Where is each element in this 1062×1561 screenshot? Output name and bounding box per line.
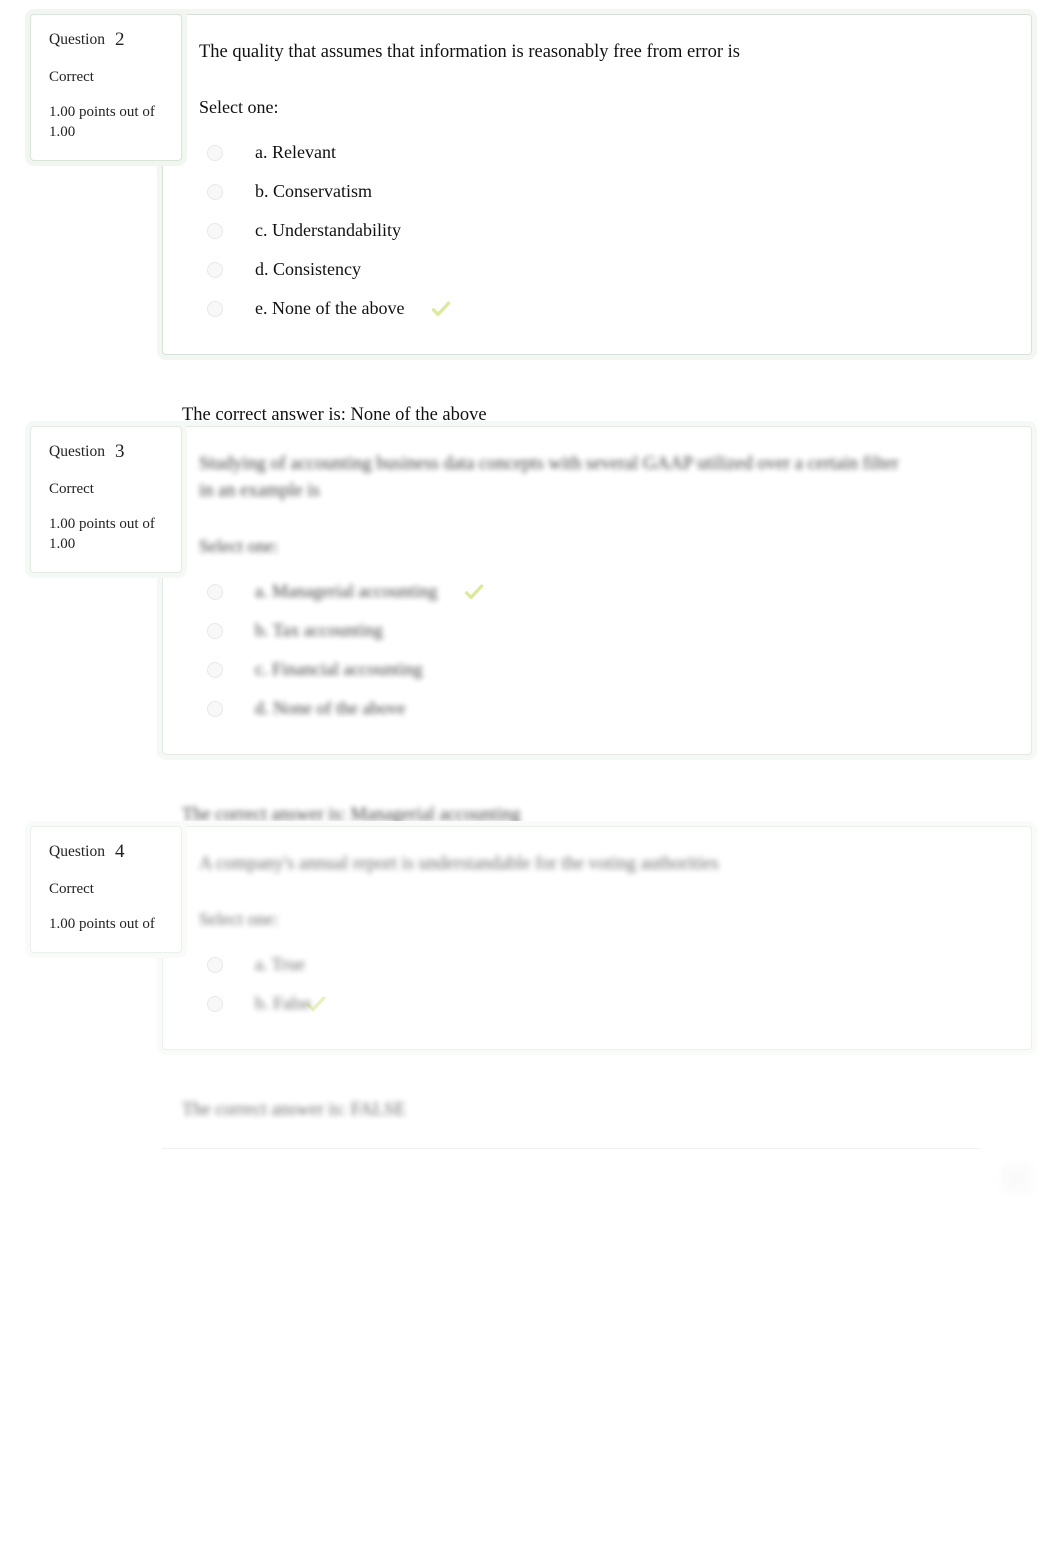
question-feedback-4: The correct answer is: FALSE <box>162 1076 980 1150</box>
question-box-4: Question 4 Correct 1.00 points out of A c… <box>30 826 1032 1051</box>
question-grade-2: 1.00 points out of 1.00 <box>49 103 155 141</box>
question-content-3: Studying of accounting business data con… <box>162 426 1032 756</box>
question-content-4: A company's annual report is understanda… <box>162 826 1032 1051</box>
answer-label: a. Managerial accounting <box>255 580 438 601</box>
question-label-3: Question <box>49 443 105 460</box>
question-block-2: Question 2 Correct 1.00 points out of 1.0… <box>30 14 1032 455</box>
radio-button-icon[interactable] <box>207 583 223 600</box>
correct-check-icon <box>430 298 452 320</box>
question-info-3: Question 3 Correct 1.00 points out of 1.0… <box>30 426 182 574</box>
radio-button-icon[interactable] <box>207 300 223 317</box>
answer-label: b. False <box>255 993 311 1013</box>
question-state-3: Correct <box>49 480 94 497</box>
answer-list-2: a. Relevant b. Conservatism c. Understan… <box>199 133 1005 328</box>
radio-button-icon[interactable] <box>207 661 223 678</box>
correct-answer-text: The correct answer is: Managerial accoun… <box>182 805 521 826</box>
answer-label: b. Conservatism <box>255 181 372 201</box>
question-block-3: Question 3 Correct 1.00 points out of 1.0… <box>30 426 1032 854</box>
question-text-2: The quality that assumes that informatio… <box>199 42 740 62</box>
answer-option[interactable]: b. Conservatism <box>199 172 1005 211</box>
question-label-2: Question <box>49 31 105 48</box>
question-number-4: 4 <box>114 841 125 862</box>
radio-button-icon[interactable] <box>207 222 223 239</box>
question-box-3: Question 3 Correct 1.00 points out of 1.0… <box>30 426 1032 756</box>
answer-option[interactable]: c. Financial accounting <box>199 650 1005 689</box>
select-one-prompt-4: Select one: <box>199 908 279 929</box>
answer-option[interactable]: e. None of the above <box>199 289 1005 328</box>
question-info-2: Question 2 Correct 1.00 points out of 1.0… <box>30 14 182 162</box>
answer-label: d. Consistency <box>255 259 361 279</box>
answer-list-4: a. True b. False <box>199 945 1005 1023</box>
question-content-2: The quality that assumes that informatio… <box>162 14 1032 356</box>
correct-answer-text: The correct answer is: None of the above <box>182 405 487 426</box>
answer-label: a. Relevant <box>255 142 336 162</box>
question-block-4: Question 4 Correct 1.00 points out of A c… <box>30 826 1032 1150</box>
question-number-2: 2 <box>114 29 125 50</box>
question-state-2: Correct <box>49 68 94 85</box>
answer-label: c. Understandability <box>255 220 401 240</box>
answer-option[interactable]: d. Consistency <box>199 250 1005 289</box>
question-text-3: Studying of accounting business data con… <box>199 454 899 501</box>
answer-option[interactable]: d. None of the above <box>199 689 1005 728</box>
question-text-4: A company's annual report is understanda… <box>199 854 719 874</box>
answer-option[interactable]: b. Tax accounting <box>199 611 1005 650</box>
answer-label: b. Tax accounting <box>255 619 383 640</box>
correct-check-icon <box>463 581 485 603</box>
question-heading-2: Question 2 <box>49 29 165 52</box>
radio-button-icon[interactable] <box>207 144 223 161</box>
answer-label: c. Financial accounting <box>255 658 423 679</box>
question-state-4: Correct <box>49 880 94 897</box>
question-number-3: 3 <box>114 441 125 462</box>
radio-button-icon[interactable] <box>207 700 223 717</box>
page-artifact <box>1002 1163 1032 1193</box>
answer-option[interactable]: c. Understandability <box>199 211 1005 250</box>
question-info-4: Question 4 Correct 1.00 points out of <box>30 826 182 954</box>
select-one-prompt-2: Select one: <box>199 96 279 117</box>
question-grade-3: 1.00 points out of 1.00 <box>49 515 155 553</box>
question-box-2: Question 2 Correct 1.00 points out of 1.0… <box>30 14 1032 356</box>
question-heading-3: Question 3 <box>49 441 165 464</box>
radio-button-icon[interactable] <box>207 956 223 973</box>
answer-option[interactable]: a. Managerial accounting <box>199 572 1005 611</box>
answer-list-3: a. Managerial accounting b. Tax accounti… <box>199 572 1005 728</box>
question-grade-4: 1.00 points out of <box>49 915 155 932</box>
answer-label: d. None of the above <box>255 697 406 718</box>
radio-button-icon[interactable] <box>207 622 223 639</box>
question-label-4: Question <box>49 843 105 860</box>
answer-option[interactable]: b. False <box>199 984 1005 1023</box>
answer-label: a. True <box>255 954 306 974</box>
radio-button-icon[interactable] <box>207 995 223 1012</box>
question-heading-4: Question 4 <box>49 841 165 864</box>
radio-button-icon[interactable] <box>207 261 223 278</box>
correct-answer-text: The correct answer is: FALSE <box>182 1100 406 1121</box>
answer-option[interactable]: a. Relevant <box>199 133 1005 172</box>
select-one-prompt-3: Select one: <box>199 535 279 556</box>
correct-check-icon <box>305 993 327 1015</box>
quiz-review-page: Question 2 Correct 1.00 points out of 1.0… <box>0 0 1062 1561</box>
answer-option[interactable]: a. True <box>199 945 1005 984</box>
radio-button-icon[interactable] <box>207 183 223 200</box>
answer-label: e. None of the above <box>255 298 405 318</box>
